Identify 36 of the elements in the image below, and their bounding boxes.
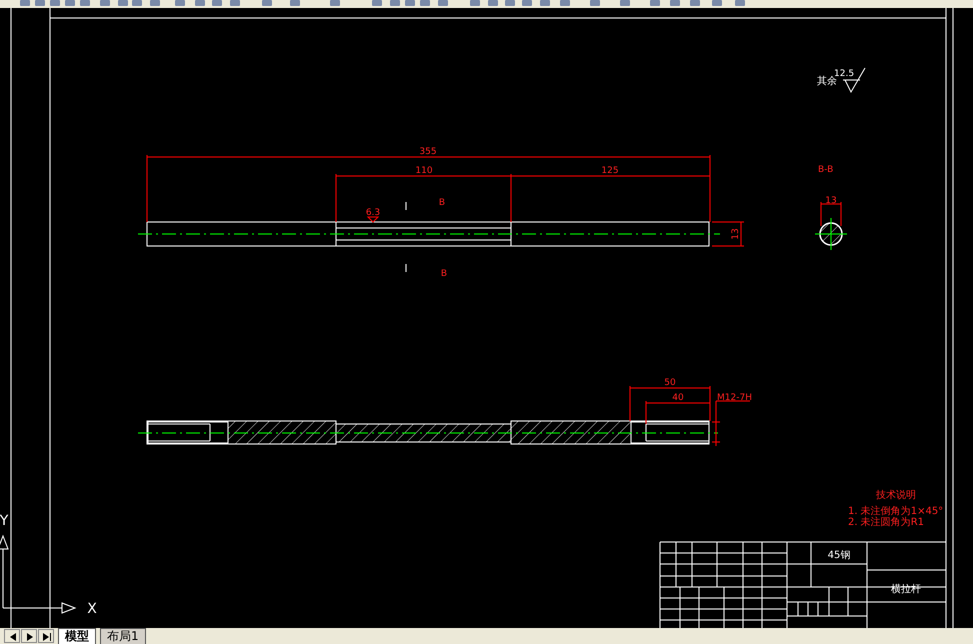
dimension-text: 110 xyxy=(415,166,433,176)
thread-spec: M12-7H xyxy=(717,393,752,403)
layout-tab[interactable]: 布局1 xyxy=(100,628,146,644)
toolbar-icon[interactable] xyxy=(620,0,630,6)
axis-label: X xyxy=(87,601,97,617)
section-title: B-B xyxy=(818,165,834,175)
section-label: B xyxy=(438,198,446,208)
dimension-text: 125 xyxy=(601,166,619,176)
layout-tab[interactable]: 模型 xyxy=(58,628,96,644)
roughness-value: 6.3 xyxy=(366,208,380,218)
dimension-text: 13 xyxy=(825,196,837,206)
section-label: B xyxy=(440,269,448,279)
dimension-text: 355 xyxy=(419,147,437,157)
toolbar-icon[interactable] xyxy=(330,0,340,6)
roughness-label: 其余 xyxy=(817,76,837,87)
roughness-symbol-icon xyxy=(366,216,380,223)
material-text: 45钢 xyxy=(828,550,850,561)
notes-title: 技术说明 xyxy=(876,490,916,501)
note-text: 2. 未注圆角为R1 xyxy=(848,517,924,528)
last-tab-icon[interactable] xyxy=(38,629,54,643)
dimension-text: 50 xyxy=(664,378,676,388)
cross-section-drawing xyxy=(814,218,848,250)
roughness-value: 12.5 xyxy=(834,69,854,79)
axis-label: Y xyxy=(0,513,8,529)
previous-tab-icon[interactable] xyxy=(4,629,20,643)
dimension-line xyxy=(820,202,842,226)
note-text: 1. 未注倒角为1×45° xyxy=(848,506,944,517)
dimension-text: 40 xyxy=(672,393,684,403)
toolbar-icon[interactable] xyxy=(590,0,600,6)
toolbar-icon[interactable] xyxy=(262,0,272,6)
toolbar-icon[interactable] xyxy=(290,0,300,6)
toolbar-icon[interactable] xyxy=(735,0,745,6)
toolbar-icon[interactable] xyxy=(712,0,722,6)
dimension-text: 13 xyxy=(731,228,741,240)
next-tab-icon[interactable] xyxy=(21,629,37,643)
leader-line xyxy=(712,400,750,446)
